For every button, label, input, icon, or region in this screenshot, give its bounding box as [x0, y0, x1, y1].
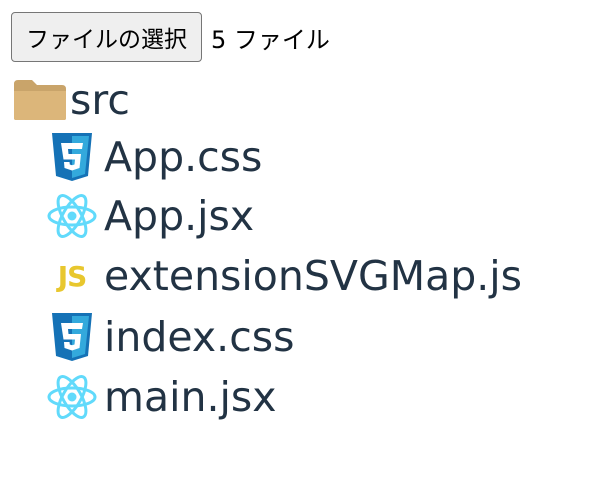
tree-file-main-jsx[interactable]: main.jsx [46, 369, 277, 425]
css3-icon [46, 129, 98, 185]
css3-icon [46, 309, 98, 365]
react-icon [46, 369, 98, 425]
tree-file-extensionsvgmap-js[interactable]: JS extensionSVGMap.js [46, 248, 522, 304]
file-name: extensionSVGMap.js [104, 252, 523, 300]
file-name: App.jsx [104, 192, 255, 240]
react-icon [46, 188, 98, 244]
file-name: index.css [104, 313, 295, 361]
tree-file-app-jsx[interactable]: App.jsx [46, 188, 254, 244]
javascript-icon: JS [46, 248, 98, 304]
file-name: App.css [104, 133, 263, 181]
folder-icon [12, 72, 68, 128]
folder-name: src [70, 76, 130, 124]
js-glyph: JS [57, 259, 88, 293]
tree-file-app-css[interactable]: App.css [46, 129, 262, 185]
tree-folder-src[interactable]: src [12, 72, 130, 128]
file-name: main.jsx [104, 373, 277, 421]
tree-file-index-css[interactable]: index.css [46, 309, 294, 365]
file-tree: src App.css App.jsx JS extensionSVGMap.j… [0, 0, 590, 482]
